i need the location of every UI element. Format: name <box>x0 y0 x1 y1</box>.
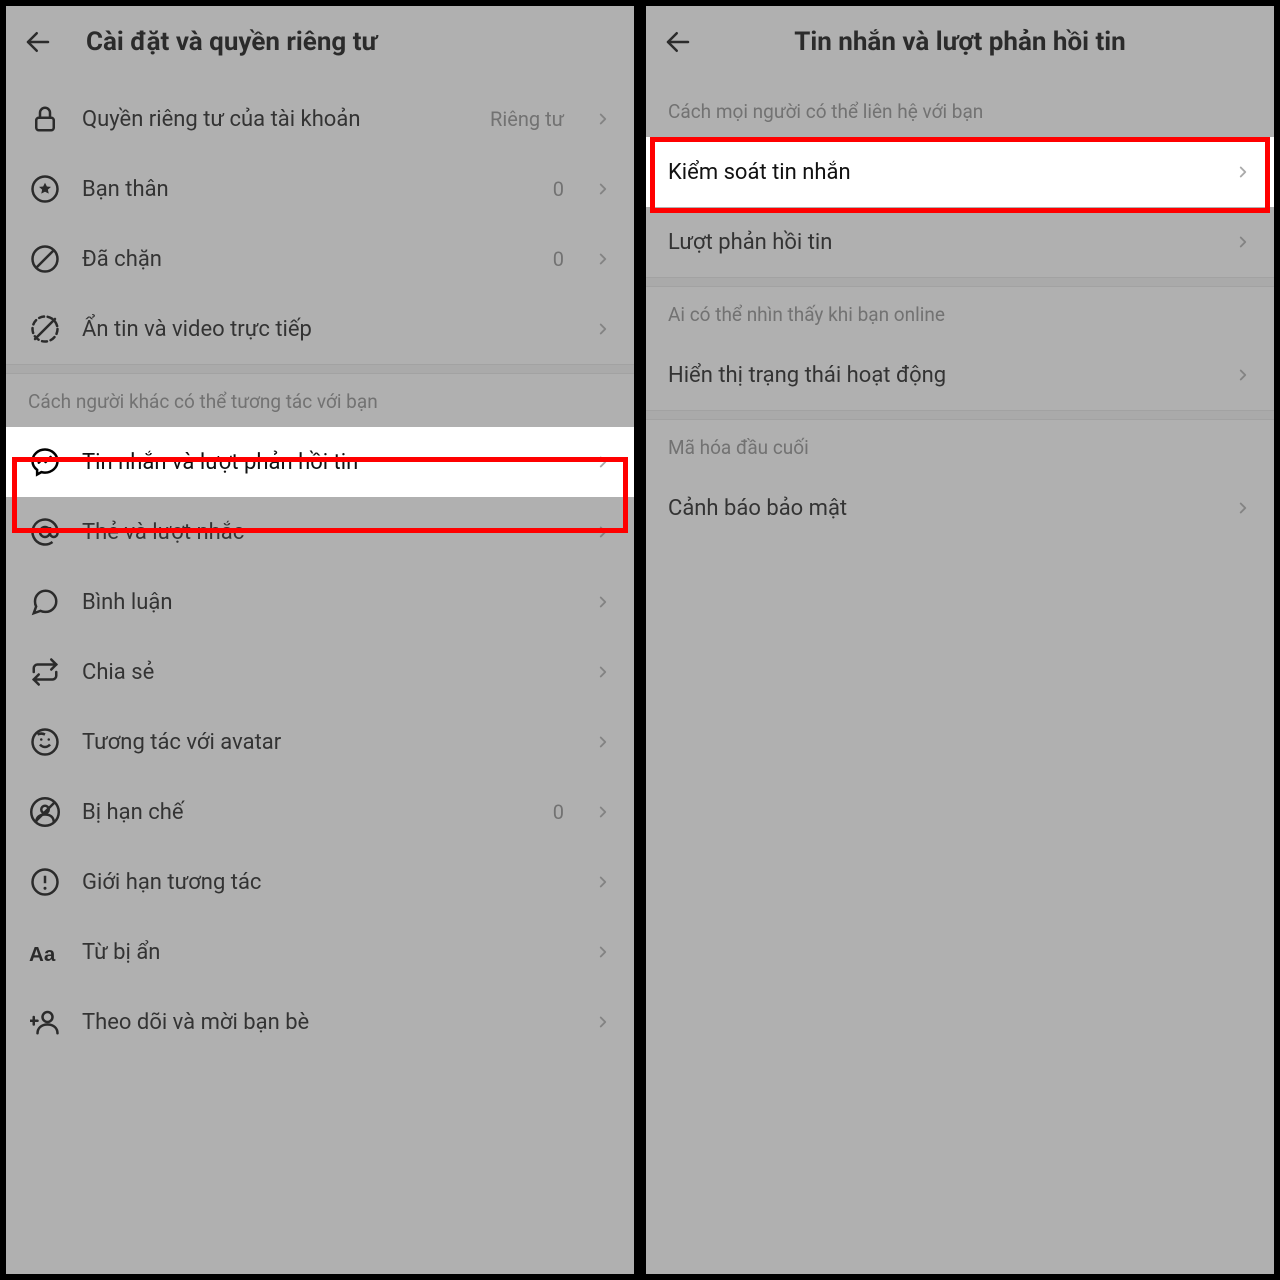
row-value: 0 <box>553 800 564 824</box>
row-story-replies[interactable]: Lượt phản hồi tin <box>646 207 1274 277</box>
header-left: Cài đặt và quyền riêng tư <box>6 6 634 84</box>
row-sharing[interactable]: Chia sẻ <box>6 637 634 707</box>
messenger-icon <box>28 445 62 479</box>
row-label: Cảnh báo bảo mật <box>668 496 1214 521</box>
header-right: Tin nhắn và lượt phản hồi tin <box>646 6 1274 84</box>
text-icon: Aa <box>28 935 62 969</box>
svg-text:Aa: Aa <box>29 943 56 966</box>
row-label: Ẩn tin và video trực tiếp <box>82 317 574 342</box>
row-label: Bạn thân <box>82 177 533 202</box>
divider <box>646 410 1274 420</box>
page-title-left: Cài đặt và quyền riêng tư <box>86 27 620 57</box>
right-panel: Tin nhắn và lượt phản hồi tin Cách mọi n… <box>640 0 1280 1280</box>
lock-icon <box>28 102 62 136</box>
at-icon <box>28 515 62 549</box>
row-label: Tương tác với avatar <box>82 730 574 755</box>
row-label: Hiển thị trạng thái hoạt động <box>668 363 1214 388</box>
chevron-right-icon <box>594 180 612 198</box>
row-security-alerts[interactable]: Cảnh báo bảo mật <box>646 473 1274 543</box>
row-tags-mentions[interactable]: Thẻ và lượt nhắc <box>6 497 634 567</box>
share-icon <box>28 655 62 689</box>
row-account-privacy[interactable]: Quyền riêng tư của tài khoản Riêng tư <box>6 84 634 154</box>
section-header-online: Ai có thể nhìn thấy khi bạn online <box>646 287 1274 340</box>
chevron-right-icon <box>1234 163 1252 181</box>
row-restricted[interactable]: Bị hạn chế 0 <box>6 777 634 847</box>
chevron-right-icon <box>594 523 612 541</box>
page-title-right: Tin nhắn và lượt phản hồi tin <box>660 27 1260 57</box>
chevron-right-icon <box>594 873 612 891</box>
row-hidden-words[interactable]: Aa Từ bị ẩn <box>6 917 634 987</box>
add-person-icon <box>28 1005 62 1039</box>
chevron-right-icon <box>594 110 612 128</box>
row-value: 0 <box>553 177 564 201</box>
chevron-right-icon <box>594 803 612 821</box>
row-label: Theo dõi và mời bạn bè <box>82 1010 574 1035</box>
chevron-right-icon <box>594 320 612 338</box>
chevron-right-icon <box>1234 233 1252 251</box>
chevron-right-icon <box>594 663 612 681</box>
restricted-icon <box>28 795 62 829</box>
divider <box>6 364 634 374</box>
row-value: 0 <box>553 247 564 271</box>
chevron-right-icon <box>1234 499 1252 517</box>
section-header-interact: Cách người khác có thể tương tác với bạn <box>6 374 634 427</box>
row-label: Thẻ và lượt nhắc <box>82 520 574 545</box>
row-follow-invite[interactable]: Theo dõi và mời bạn bè <box>6 987 634 1057</box>
block-icon <box>28 242 62 276</box>
row-label: Kiểm soát tin nhắn <box>668 160 1214 185</box>
row-label: Chia sẻ <box>82 660 574 685</box>
left-panel: Cài đặt và quyền riêng tư Quyền riêng tư… <box>0 0 640 1280</box>
row-value: Riêng tư <box>490 107 564 131</box>
row-label: Giới hạn tương tác <box>82 870 574 895</box>
row-limit-interactions[interactable]: Giới hạn tương tác <box>6 847 634 917</box>
row-label: Bình luận <box>82 590 574 615</box>
row-messages-replies[interactable]: Tin nhắn và lượt phản hồi tin <box>6 427 634 497</box>
row-label: Quyền riêng tư của tài khoản <box>82 107 470 132</box>
row-hide-story[interactable]: Ẩn tin và video trực tiếp <box>6 294 634 364</box>
row-message-controls[interactable]: Kiểm soát tin nhắn <box>646 137 1274 207</box>
row-comments[interactable]: Bình luận <box>6 567 634 637</box>
section-header-contact: Cách mọi người có thể liên hệ với bạn <box>646 84 1274 137</box>
chevron-right-icon <box>594 943 612 961</box>
row-label: Đã chặn <box>82 247 533 272</box>
row-blocked[interactable]: Đã chặn 0 <box>6 224 634 294</box>
limits-icon <box>28 865 62 899</box>
row-label: Từ bị ẩn <box>82 940 574 965</box>
row-avatar-interactions[interactable]: Tương tác với avatar <box>6 707 634 777</box>
chevron-right-icon <box>594 733 612 751</box>
row-label: Bị hạn chế <box>82 800 533 825</box>
back-arrow-icon[interactable] <box>20 24 56 60</box>
chevron-right-icon <box>594 1013 612 1031</box>
chevron-right-icon <box>1234 366 1252 384</box>
avatar-icon <box>28 725 62 759</box>
hide-story-icon <box>28 312 62 346</box>
row-close-friends[interactable]: Bạn thân 0 <box>6 154 634 224</box>
chevron-right-icon <box>594 250 612 268</box>
chevron-right-icon <box>594 453 612 471</box>
comment-icon <box>28 585 62 619</box>
row-label: Lượt phản hồi tin <box>668 230 1214 255</box>
row-label: Tin nhắn và lượt phản hồi tin <box>82 450 574 475</box>
row-activity-status[interactable]: Hiển thị trạng thái hoạt động <box>646 340 1274 410</box>
chevron-right-icon <box>594 593 612 611</box>
section-header-encryption: Mã hóa đầu cuối <box>646 420 1274 473</box>
star-circle-icon <box>28 172 62 206</box>
divider <box>646 277 1274 287</box>
